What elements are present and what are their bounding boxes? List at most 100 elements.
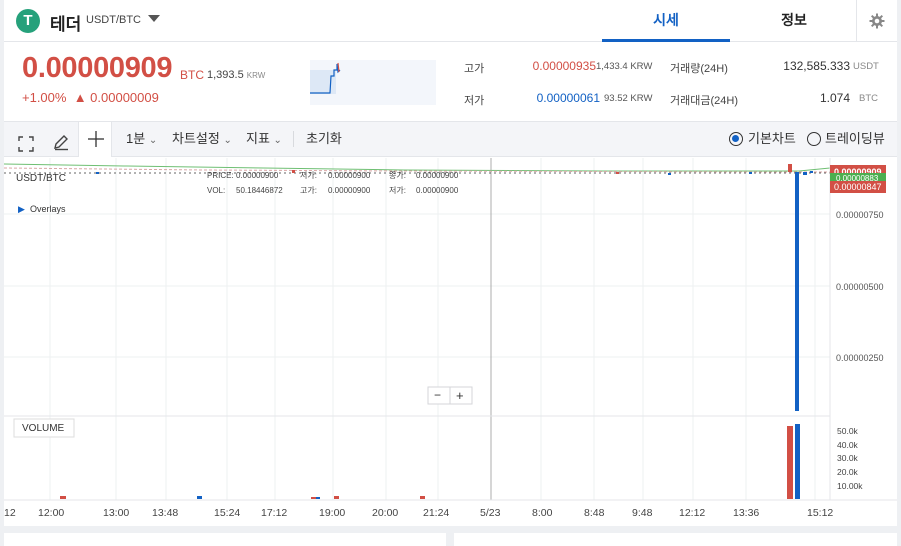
time-tick: 15:12: [807, 507, 833, 519]
chart-grid: [4, 158, 830, 500]
chart-settings-dropdown[interactable]: 차트설정 ⌄: [172, 122, 232, 156]
overlays-caret-icon[interactable]: ▶: [18, 204, 25, 214]
time-tick: 12: [4, 507, 16, 519]
high-value: 0.00000900: [328, 186, 371, 195]
interval-dropdown[interactable]: 1분 ⌄: [126, 122, 157, 156]
chevron-down-icon: ⌄: [148, 135, 158, 146]
tab-market[interactable]: 시세: [602, 0, 730, 42]
zoom-controls[interactable]: − +: [427, 386, 473, 405]
time-tick: 17:12: [261, 507, 287, 519]
fullscreen-icon[interactable]: [18, 131, 34, 152]
low-value: 0.00000900: [328, 171, 371, 180]
close-label: 종가:: [389, 171, 406, 180]
time-axis: 12 12:00 13:00 13:48 15:24 17:12 19:00 2…: [4, 507, 833, 519]
volume-label: 거래량(24H): [670, 63, 728, 75]
volume-tick: 20.0k: [837, 467, 859, 477]
pair-label: USDT/BTC: [86, 14, 141, 26]
indicators-dropdown[interactable]: 지표 ⌄: [246, 122, 282, 156]
candlestick-chart[interactable]: 0.00000909 0.00000883 0.00000847 0.00000…: [4, 158, 897, 526]
volume-tick: 10.00k: [837, 481, 863, 491]
pencil-icon[interactable]: [52, 130, 70, 151]
high-krw: 1,433.4 KRW: [596, 61, 653, 72]
crosshair-icon: [88, 131, 104, 147]
interval-label: 1분: [126, 131, 146, 146]
basic-chart-radio[interactable]: [729, 132, 743, 146]
crosshair-tool[interactable]: [78, 122, 112, 157]
volume-axis: 50.0k 40.0k 30.0k 20.0k 10.00k: [837, 426, 863, 491]
change-percent: +1.00%: [22, 90, 67, 105]
tradingview-label[interactable]: 트레이딩뷰: [825, 122, 885, 156]
time-tick: 20:00: [372, 507, 398, 519]
time-tick: 12:00: [38, 507, 64, 519]
volume-unit: USDT: [853, 61, 879, 72]
time-tick: 13:00: [103, 507, 129, 519]
vol-label: VOL:: [207, 186, 225, 195]
chart-settings-label: 차트설정: [172, 131, 220, 146]
time-tick: 9:48: [632, 507, 653, 519]
low2-value: 0.00000900: [416, 186, 459, 195]
time-tick: 12:12: [679, 507, 705, 519]
zoom-out-button[interactable]: −: [434, 388, 441, 402]
time-tick: 19:00: [319, 507, 345, 519]
low-value: 0.00000061: [536, 91, 600, 105]
price-value: 0.00000900: [236, 171, 279, 180]
tab-info[interactable]: 정보: [730, 0, 858, 42]
volume-tick: 30.0k: [837, 453, 859, 463]
volume-title: VOLUME: [22, 423, 65, 434]
time-tick: 8:48: [584, 507, 605, 519]
chevron-down-icon: ⌄: [273, 135, 282, 146]
order-book-panel: [4, 533, 446, 546]
price-tick: 0.00000250: [836, 353, 884, 363]
low2-label: 저가:: [389, 186, 406, 195]
gear-icon[interactable]: [856, 0, 897, 42]
toolbar-divider: [293, 131, 294, 147]
low-krw: 93.52 KRW: [604, 93, 653, 104]
time-tick: 13:36: [733, 507, 759, 519]
price-krw-value: 1,393.5: [207, 69, 244, 81]
price-krw: 1,393.5 KRW: [207, 69, 265, 81]
reset-button[interactable]: 초기화: [306, 122, 342, 156]
low-price-tag-text: 0.00000847: [834, 182, 882, 192]
zoom-in-button[interactable]: +: [456, 388, 464, 403]
trade-panel: [454, 533, 897, 546]
price-label: PRICE:: [207, 171, 234, 180]
high-label: 고가: [464, 63, 485, 75]
turnover-value: 1.074: [819, 91, 850, 105]
change-absolute: ▲ 0.00000009: [73, 90, 159, 105]
volume-tick: 40.0k: [837, 440, 859, 450]
chevron-down-icon[interactable]: [148, 15, 160, 22]
price-tick: 0.00000750: [836, 210, 884, 220]
vol-value: 50.18446872: [236, 186, 283, 195]
chart-toolbar: 1분 ⌄ 차트설정 ⌄ 지표 ⌄ 초기화 기본차트 트레이딩뷰: [4, 121, 897, 157]
time-tick: 21:24: [423, 507, 449, 519]
price-change: +1.00% ▲ 0.00000009: [22, 90, 159, 105]
mini-price-chart: [310, 60, 436, 105]
turnover-label: 거래대금(24H): [670, 95, 738, 107]
market-header: T 테더 USDT/BTC 시세 정보: [4, 0, 897, 42]
high-value: 0.00000935: [532, 59, 596, 73]
candles: [96, 164, 813, 411]
time-tick: 8:00: [532, 507, 553, 519]
turnover-unit: BTC: [859, 93, 878, 104]
time-tick: 15:24: [214, 507, 240, 519]
close-value: 0.00000900: [416, 171, 459, 180]
time-tick: 5/23: [480, 507, 501, 519]
chevron-down-icon: ⌄: [223, 135, 232, 146]
low-label: 저가:: [300, 171, 317, 180]
volume-tick: 50.0k: [837, 426, 859, 436]
price-tick: 0.00000500: [836, 282, 884, 292]
volume-value: 132,585.333: [783, 59, 850, 73]
current-price: 0.00000909: [22, 52, 173, 84]
ma-line-green: [4, 163, 831, 172]
indicators-label: 지표: [246, 131, 270, 146]
chart-symbol: USDT/BTC: [16, 173, 66, 184]
basic-chart-label[interactable]: 기본차트: [748, 122, 796, 156]
high-label: 고가:: [300, 186, 317, 195]
price-krw-unit: KRW: [246, 71, 266, 80]
low-label: 저가: [464, 95, 485, 107]
price-unit: BTC: [180, 68, 204, 82]
volume-bars: [60, 424, 800, 499]
tradingview-radio[interactable]: [807, 132, 821, 146]
overlays-toggle[interactable]: Overlays: [30, 204, 66, 214]
tether-logo-icon: T: [16, 9, 40, 33]
